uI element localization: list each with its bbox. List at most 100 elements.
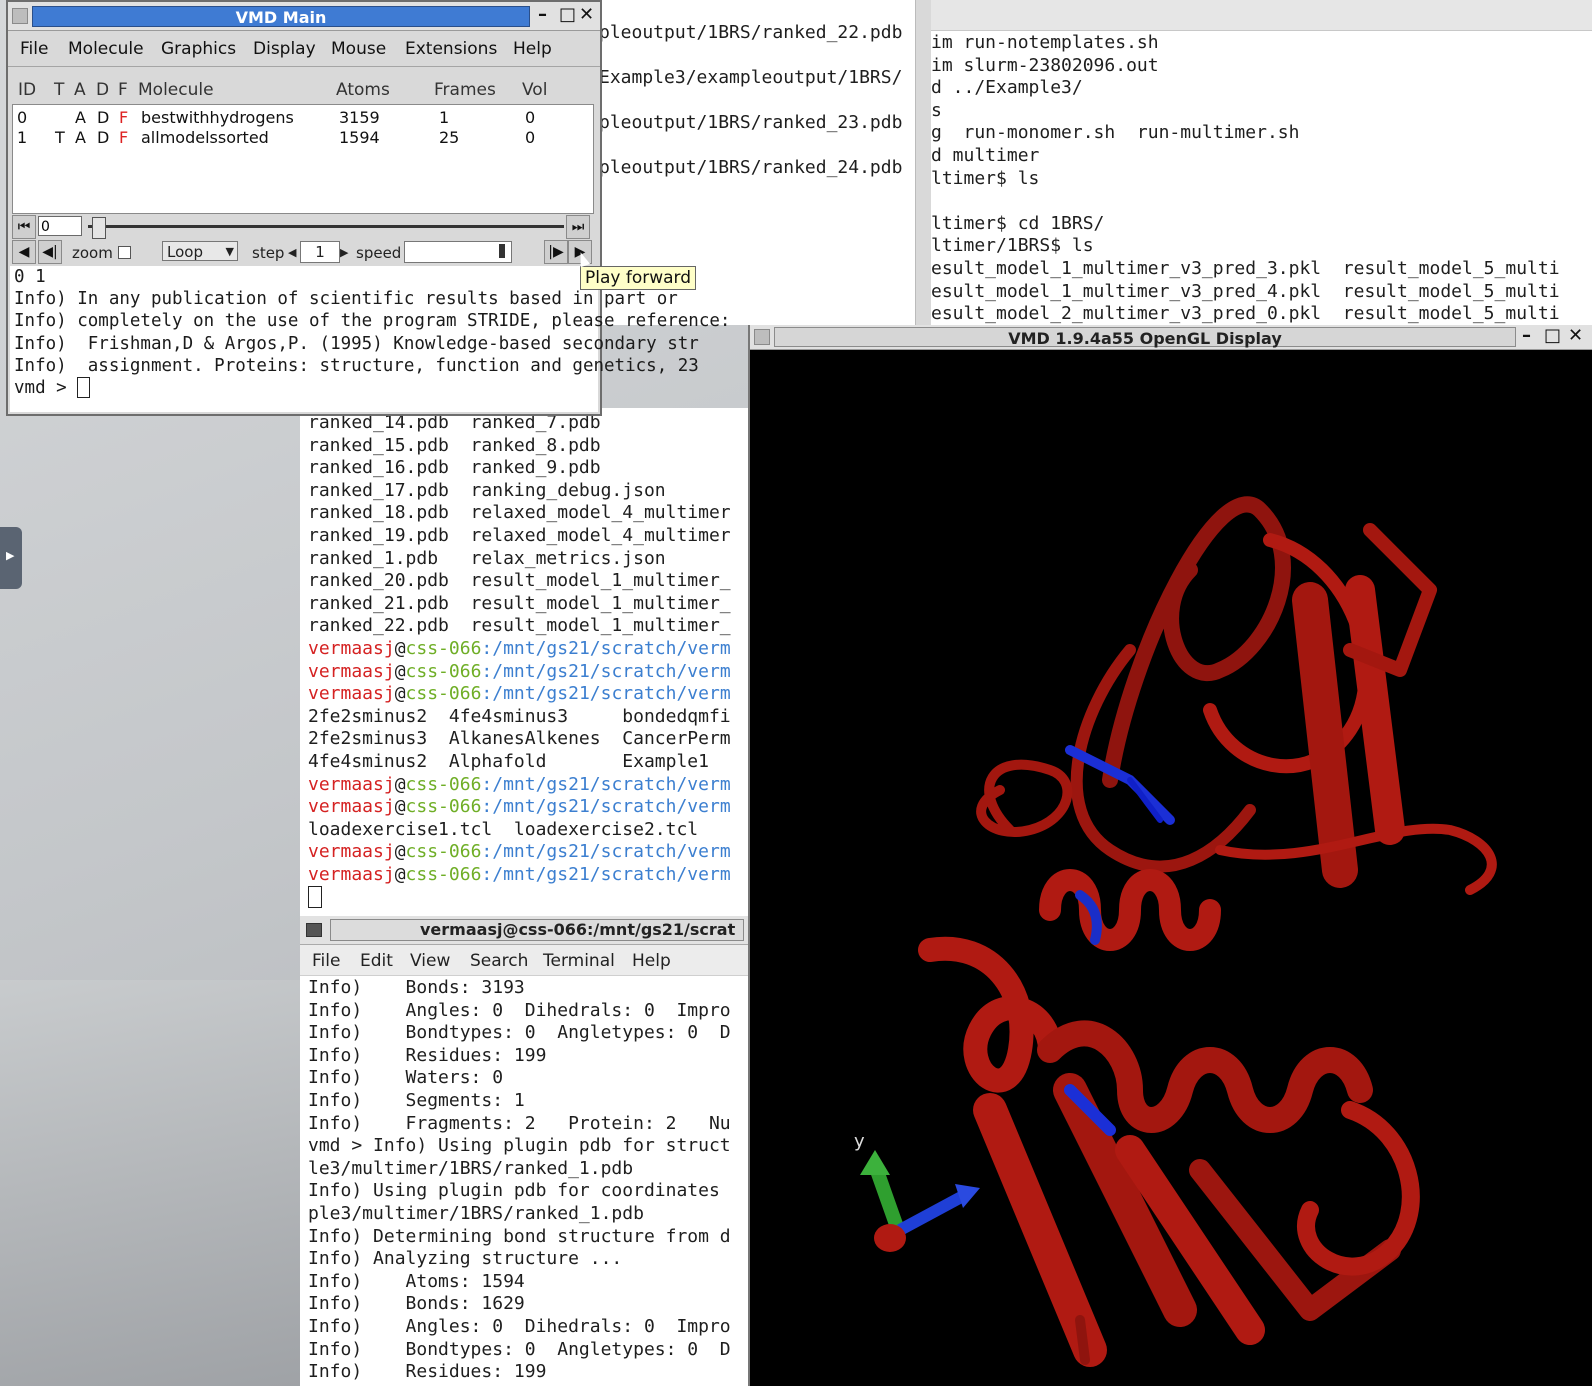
- prompt-at: @: [394, 660, 406, 682]
- terminal-scrollbar[interactable]: [915, 0, 932, 325]
- menu-file[interactable]: File: [20, 39, 48, 59]
- file-list-line: ranked_19.pdb relaxed_model_4_multimer: [308, 524, 731, 546]
- terminal-icon[interactable]: [306, 923, 322, 937]
- column-fixed[interactable]: F: [118, 80, 128, 100]
- zoom-label: zoom: [72, 244, 113, 262]
- molecule-id: 0: [17, 108, 28, 127]
- terminal-line: esult_model_2_multimer_v3_pred_0.pkl res…: [931, 303, 1560, 325]
- step-increase-icon[interactable]: ▶: [340, 246, 348, 259]
- column-top[interactable]: T: [54, 80, 64, 100]
- terminal-line: im slurm-23802096.out: [931, 54, 1159, 76]
- molecule-active-flag[interactable]: A: [75, 108, 86, 127]
- terminal-line: esult_model_1_multimer_v3_pred_4.pkl res…: [931, 280, 1560, 302]
- molecule-fixed-flag[interactable]: F: [119, 108, 128, 127]
- molecule-list[interactable]: 0 A D F bestwithhydrogens 3159 1 0 1 T A…: [12, 104, 594, 214]
- frame-slider-track[interactable]: [88, 225, 564, 228]
- minimize-icon[interactable]: –: [538, 4, 547, 25]
- menu-molecule[interactable]: Molecule: [68, 39, 144, 59]
- directory-list-line: 2fe2sminus3 AlkanesAlkenes CancerPerm: [308, 728, 731, 750]
- terminal-title-bar[interactable]: vermaasj@css-066:/mnt/gs21/scrat: [300, 916, 748, 945]
- molecule-render-canvas[interactable]: y: [750, 350, 1592, 1386]
- terminal-menu-help[interactable]: Help: [632, 951, 671, 971]
- frame-slider-thumb[interactable]: [92, 217, 106, 239]
- molecule-row[interactable]: 0 A D F bestwithhydrogens 3159 1 0: [13, 108, 593, 128]
- step-forward-icon[interactable]: |▶: [544, 240, 568, 264]
- terminal-line: Info) Bonds: 1629: [308, 1293, 525, 1315]
- menu-extensions[interactable]: Extensions: [405, 39, 497, 59]
- go-to-start-icon[interactable]: ⏮: [12, 215, 36, 239]
- prompt-at: @: [394, 773, 406, 795]
- column-id[interactable]: ID: [18, 80, 36, 100]
- terminal-line: s: [931, 99, 942, 121]
- console-prompt: vmd >: [14, 377, 78, 398]
- speed-label: speed: [356, 244, 402, 262]
- file-list-line: ranked_15.pdb ranked_8.pdb: [308, 434, 601, 456]
- column-active[interactable]: A: [74, 80, 86, 100]
- molecule-row[interactable]: 1 T A D F allmodelssorted 1594 25 0: [13, 128, 593, 148]
- zoom-checkbox[interactable]: [118, 246, 131, 259]
- molecule-drawn-flag[interactable]: D: [97, 128, 109, 147]
- directory-list-line: 2fe2sminus2 4fe4sminus3 bondedqmfi: [308, 705, 731, 727]
- molecule-active-flag[interactable]: A: [75, 128, 86, 147]
- close-icon[interactable]: ✕: [579, 4, 594, 25]
- molecule-fixed-flag[interactable]: F: [119, 128, 128, 147]
- step-decrease-icon[interactable]: ◀: [288, 246, 296, 259]
- terminal-menu-file[interactable]: File: [312, 951, 340, 971]
- terminal-line: pleoutput/1BRS/ranked_24.pdb: [599, 157, 903, 178]
- terminal-menu-search[interactable]: Search: [470, 951, 528, 971]
- vmd-console[interactable]: 0 1 Info) In any publication of scientifi…: [10, 266, 730, 412]
- menu-graphics[interactable]: Graphics: [161, 39, 236, 59]
- terminal-line: Info) Determining bond structure from d: [308, 1225, 731, 1247]
- close-icon[interactable]: ✕: [1568, 325, 1583, 346]
- molecule-name: bestwithhydrogens: [141, 108, 294, 127]
- speed-slider[interactable]: [404, 241, 512, 263]
- terminal-bottom-window[interactable]: vermaasj@css-066:/mnt/gs21/scrat File Ed…: [300, 916, 748, 1386]
- terminal-prompt-line: vermaasj@css-066:/mnt/gs21/scratch/verm: [308, 661, 731, 684]
- step-input[interactable]: 1: [300, 241, 340, 263]
- vmd-main-title-bar[interactable]: VMD Main – □ ✕: [8, 2, 600, 31]
- terminal-line: g run-monomer.sh run-multimer.sh: [931, 122, 1300, 144]
- molecule-drawn-flag[interactable]: D: [97, 108, 109, 127]
- file-list-line: ranked_16.pdb ranked_9.pdb: [308, 457, 601, 479]
- step-back-icon[interactable]: ◀|: [38, 240, 62, 264]
- prompt-at: @: [394, 841, 406, 863]
- go-to-end-icon[interactable]: ⏭: [566, 215, 590, 239]
- column-vol[interactable]: Vol: [522, 80, 547, 100]
- terminal-line: Info) Bondtypes: 0 Angletypes: 0 D: [308, 1022, 731, 1044]
- file-list-line: ranked_18.pdb relaxed_model_4_multimer: [308, 502, 731, 524]
- column-drawn[interactable]: D: [96, 80, 109, 100]
- prompt-path: :/mnt/gs21/scratch/verm: [481, 683, 731, 705]
- prompt-path: :/mnt/gs21/scratch/verm: [481, 863, 731, 885]
- step-label: step: [252, 244, 285, 262]
- terminal-top-right[interactable]: im run-notemplates.sh im slurm-23802096.o…: [931, 0, 1592, 325]
- window-menu-icon[interactable]: [12, 8, 28, 24]
- terminal-menu-view[interactable]: View: [410, 951, 450, 971]
- molecule-top-flag[interactable]: T: [55, 128, 65, 147]
- axes-indicator: y: [854, 1131, 980, 1252]
- speed-slider-thumb[interactable]: [499, 244, 505, 258]
- maximize-icon[interactable]: □: [559, 4, 576, 25]
- loop-mode-select[interactable]: Loop ▼: [162, 241, 238, 261]
- play-reverse-icon[interactable]: ◀: [12, 240, 36, 264]
- maximize-icon[interactable]: □: [1544, 325, 1561, 346]
- column-atoms[interactable]: Atoms: [336, 80, 390, 100]
- molecule-frames: 25: [439, 128, 460, 147]
- column-frames[interactable]: Frames: [434, 80, 496, 100]
- file-list-line: ranked_21.pdb result_model_1_multimer_: [308, 592, 731, 614]
- opengl-title-bar[interactable]: VMD 1.9.4a55 OpenGL Display – □ ✕: [750, 325, 1592, 350]
- menu-display[interactable]: Display: [253, 39, 316, 59]
- terminal-menu-edit[interactable]: Edit: [360, 951, 393, 971]
- minimize-icon[interactable]: –: [1522, 325, 1531, 346]
- menu-mouse[interactable]: Mouse: [331, 39, 386, 59]
- column-molecule[interactable]: Molecule: [138, 80, 214, 100]
- terminal-cursor[interactable]: [308, 886, 322, 909]
- console-cursor[interactable]: [77, 377, 91, 399]
- frame-input[interactable]: 0: [38, 216, 82, 236]
- terminal-middle[interactable]: ranked_14.pdb ranked_7.pdb ranked_15.pdb …: [300, 408, 748, 916]
- window-menu-icon[interactable]: [754, 329, 770, 345]
- console-prompt-line[interactable]: vmd >: [14, 377, 730, 399]
- menu-help[interactable]: Help: [513, 39, 552, 59]
- terminal-menu-terminal[interactable]: Terminal: [543, 951, 615, 971]
- terminal-menubar: File Edit View Search Terminal Help: [300, 945, 748, 976]
- side-panel-handle[interactable]: ▶: [0, 527, 22, 589]
